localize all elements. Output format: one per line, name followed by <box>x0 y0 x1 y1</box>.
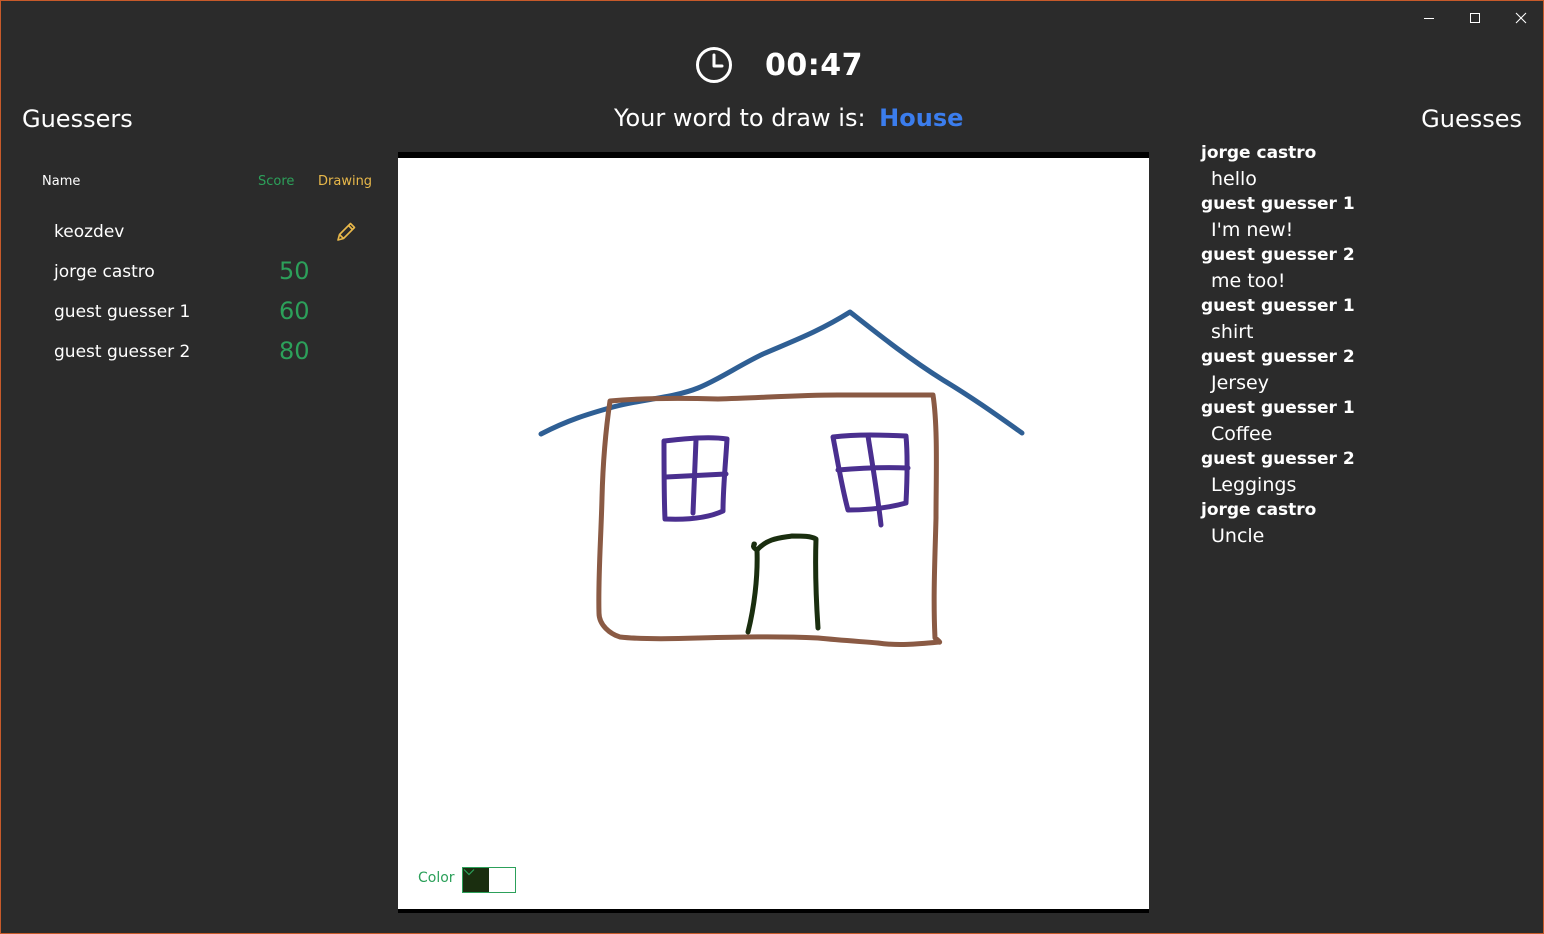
drawing-canvas[interactable]: Color <box>398 158 1149 909</box>
player-name: guest guesser 2 <box>54 342 191 362</box>
guess-text: shirt <box>1211 321 1254 343</box>
round-timer: 00:47 <box>695 45 863 85</box>
guesses-heading: Guesses <box>1421 105 1522 133</box>
guess-text: I'm new! <box>1211 219 1294 241</box>
color-picker[interactable] <box>462 867 516 893</box>
door-stroke <box>745 533 821 635</box>
chevron-down-icon <box>463 869 475 876</box>
list-item: guest guesser 1 shirt <box>1201 296 1521 347</box>
pencil-icon <box>337 222 356 241</box>
color-label: Color <box>418 870 455 886</box>
list-item: jorge castro Uncle <box>1201 500 1521 551</box>
guess-user: guest guesser 1 <box>1201 194 1355 214</box>
list-item: guest guesser 2 me too! <box>1201 245 1521 296</box>
timer-value: 00:47 <box>765 47 863 83</box>
prompt-word: House <box>879 104 964 132</box>
column-header-name: Name <box>42 174 81 189</box>
list-item: guest guesser 2 Leggings <box>1201 449 1521 500</box>
guess-text: Coffee <box>1211 423 1273 445</box>
player-score: 60 <box>279 297 310 325</box>
player-name: guest guesser 1 <box>54 302 191 322</box>
house-drawing <box>538 309 1025 648</box>
minimize-icon <box>1424 18 1434 19</box>
right-window-stroke <box>830 432 911 528</box>
column-header-drawing: Drawing <box>318 174 373 189</box>
color-dropdown-toggle[interactable] <box>463 868 515 892</box>
column-header-score: Score <box>258 174 295 189</box>
player-score: 50 <box>279 257 310 285</box>
roof-stroke <box>538 309 1025 437</box>
guess-user: guest guesser 2 <box>1201 449 1355 469</box>
guess-text: me too! <box>1211 270 1286 292</box>
guess-user: guest guesser 2 <box>1201 245 1355 265</box>
guess-text: Leggings <box>1211 474 1297 496</box>
guess-user: guest guesser 2 <box>1201 347 1355 367</box>
close-icon <box>1515 12 1527 24</box>
list-item: jorge castro hello <box>1201 143 1521 194</box>
guess-user: jorge castro <box>1201 143 1317 163</box>
close-button[interactable] <box>1498 1 1544 35</box>
maximize-button[interactable] <box>1452 1 1498 35</box>
prompt-label: Your word to draw is: <box>614 104 866 132</box>
player-score: 80 <box>279 337 310 365</box>
wall-stroke <box>596 392 943 648</box>
list-item: guest guesser 1 Coffee <box>1201 398 1521 449</box>
player-row: jorge castro 50 <box>41 254 381 292</box>
app-window: 00:47 Your word to draw is: House Guesse… <box>0 0 1544 934</box>
guess-text: Uncle <box>1211 525 1265 547</box>
guess-text: Jersey <box>1211 372 1269 394</box>
guess-text: hello <box>1211 168 1257 190</box>
player-row: keozdev <box>41 214 381 252</box>
player-name: jorge castro <box>54 262 155 282</box>
guess-user: guest guesser 1 <box>1201 296 1355 316</box>
clock-icon <box>696 47 732 83</box>
maximize-icon <box>1470 13 1480 23</box>
guess-user: jorge castro <box>1201 500 1317 520</box>
list-item: guest guesser 1 I'm new! <box>1201 194 1521 245</box>
left-window-stroke <box>661 435 730 522</box>
player-name: keozdev <box>54 222 125 242</box>
guess-user: guest guesser 1 <box>1201 398 1355 418</box>
canvas-frame: Color <box>398 152 1149 913</box>
guessers-heading: Guessers <box>22 105 133 133</box>
player-row: guest guesser 1 60 <box>41 294 381 332</box>
guesses-list: jorge castro hello guest guesser 1 I'm n… <box>1201 143 1521 551</box>
player-row: guest guesser 2 80 <box>41 334 381 372</box>
draw-prompt: Your word to draw is: House <box>614 104 963 132</box>
list-item: guest guesser 2 Jersey <box>1201 347 1521 398</box>
minimize-button[interactable] <box>1406 1 1452 35</box>
